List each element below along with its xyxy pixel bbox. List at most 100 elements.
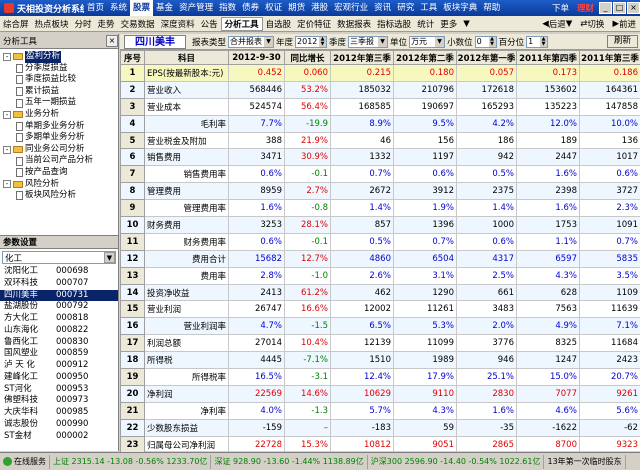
table-row[interactable]: 14 投资净收益 2413 61.2% 462 1290 661 628 1109 xyxy=(120,283,640,302)
tree-node-6[interactable]: 单期多业务分析 xyxy=(0,121,118,133)
finance-button[interactable]: 理财 xyxy=(573,2,598,14)
stock-list-item[interactable]: 双环科技 000707 xyxy=(0,278,118,290)
column-header-8[interactable]: 2011年第三季 xyxy=(579,50,640,65)
stock-list-item[interactable]: 鲁西化工 000830 xyxy=(0,337,118,349)
tree-node-11[interactable]: - 风险分析 xyxy=(0,179,118,191)
stock-list-item[interactable]: 诚志股份 000990 xyxy=(0,419,118,431)
more-dropdown-icon[interactable]: ▼ xyxy=(460,19,473,29)
table-row[interactable]: 9 管理费用率 1.6% -0.8 1.4% 1.9% 1.4% 1.6% 2.3% xyxy=(120,199,640,218)
menu-item-12[interactable]: 研究 xyxy=(394,0,417,16)
menu-item-5[interactable]: 指数 xyxy=(216,0,239,16)
report-type-select[interactable]: 合并报表 ▼ xyxy=(228,35,275,48)
column-header-2[interactable]: 2012-9-30 xyxy=(228,50,285,65)
unit-select[interactable]: 万元 ▼ xyxy=(409,35,446,48)
menu-item-11[interactable]: 资讯 xyxy=(371,0,394,16)
table-row[interactable]: 11 财务费用率 0.6% -0.1 0.5% 0.7% 0.6% 1.1% 0.7% xyxy=(120,232,640,251)
table-row[interactable]: 13 费用率 2.8% -1.0 2.6% 3.1% 2.5% 4.3% 3.5% xyxy=(120,266,640,285)
collapse-icon[interactable]: - xyxy=(3,52,11,61)
table-row[interactable]: 8 管理费用 8959 2.7% 2672 3912 2375 2398 3727 xyxy=(120,182,640,201)
table-row[interactable]: 4 毛利率 7.7% -19.9 8.9% 9.5% 4.2% 12.0% 10.0% xyxy=(120,114,640,133)
stock-list-item[interactable]: ST金材 000002 xyxy=(0,431,118,443)
stock-list-item[interactable]: 国风塑业 000859 xyxy=(0,348,118,360)
tree-node-8[interactable]: - 同业务公司分析 xyxy=(0,144,118,156)
table-row[interactable]: 22 少数股东损益 -159– -183 59 -35 -1622 -62 xyxy=(120,418,640,437)
minimize-icon[interactable]: _ xyxy=(599,2,612,14)
table-row[interactable]: 5 营业税金及附加 388 21.9% 46 156 186 189 136 xyxy=(120,131,640,150)
table-row[interactable]: 2 营业收入 568446 53.2% 185032 210796 172618 153602… xyxy=(120,80,640,99)
toolbar-item-10[interactable]: 数据报表 xyxy=(334,18,374,30)
stock-list-item[interactable]: 方大化工 000818 xyxy=(0,313,118,325)
maximize-icon[interactable]: □ xyxy=(613,2,626,14)
table-row[interactable]: 20 净利润 22569 14.6% 10629 9110 2830 7077 9261 xyxy=(120,384,640,403)
sector-select[interactable]: 化工 ▼ xyxy=(2,251,116,264)
column-header-6[interactable]: 2012年第一季 xyxy=(456,50,517,65)
column-header-7[interactable]: 2011年第四季 xyxy=(516,50,580,65)
column-header-0[interactable]: 序号 xyxy=(120,50,145,65)
table-row[interactable]: 3 营业成本 524574 56.4% 168585 190697 165293 135223… xyxy=(120,97,640,116)
stock-list-item[interactable]: 盐湖股份 000792 xyxy=(0,301,118,313)
stock-list-item[interactable]: ST河化 000953 xyxy=(0,384,118,396)
table-row[interactable]: 18 所得税 4445 -7.1% 1510 1989 946 1247 2423 xyxy=(120,351,640,370)
menu-item-0[interactable]: 首页 xyxy=(84,0,107,16)
toolbar-item-4[interactable]: 交易数据 xyxy=(118,18,158,30)
percent-stepper[interactable]: 1 ▲ ▼ xyxy=(526,35,549,48)
stock-list-item[interactable]: 泸 天 化 000912 xyxy=(0,360,118,372)
table-row[interactable]: 6 销售费用 3471 30.9% 1332 1197 942 2447 1017 xyxy=(120,148,640,167)
stock-list-item[interactable]: 四川美丰 000731 xyxy=(0,289,118,302)
toolbar-item-3[interactable]: 走势 xyxy=(95,18,118,30)
toolbar-item-1[interactable]: 热点板块 xyxy=(32,18,72,30)
toolbar-item-11[interactable]: 指标选股 xyxy=(374,18,414,30)
table-row[interactable]: 1 EPS(按最新股本:元) 0.452 0.060 0.215 0.180 0.057 0.… xyxy=(120,64,640,82)
table-row[interactable]: 19 所得税率 16.5% -3.1 12.4% 17.9% 25.1% 15.0% 20.7% xyxy=(120,368,640,386)
back-button[interactable]: ◀ 后退 ▼ xyxy=(538,18,576,30)
toolbar-item-7[interactable]: 分析工具 xyxy=(220,16,263,31)
tree-node-3[interactable]: 累计损益 xyxy=(0,86,118,98)
column-header-4[interactable]: 2012年第三季 xyxy=(330,50,394,65)
forward-button[interactable]: ▶ 前进 xyxy=(608,18,640,30)
menu-item-6[interactable]: 债券 xyxy=(239,0,262,16)
collapse-icon[interactable]: - xyxy=(3,145,11,154)
table-row[interactable]: 23 归属母公司净利润 22728 15.3% 10812 9051 2865 8700 932… xyxy=(120,435,640,454)
toolbar-item-12[interactable]: 统计 xyxy=(414,18,437,30)
year-stepper[interactable]: 2012 ▲ ▼ xyxy=(295,35,328,48)
toolbar-item-8[interactable]: 自选股 xyxy=(263,18,295,30)
column-header-3[interactable]: 同比增长 xyxy=(284,50,331,65)
order-button[interactable]: 下单 xyxy=(548,2,573,14)
collapse-icon[interactable]: - xyxy=(3,110,11,119)
table-row[interactable]: 16 营业利润率 4.7% -1.5 6.5% 5.3% 2.0% 4.9% 7.1% xyxy=(120,317,640,336)
toolbar-item-5[interactable]: 深度资料 xyxy=(158,18,198,30)
table-row[interactable]: 15 营业利润 26747 16.6% 12002 11261 3483 7563 11639 xyxy=(120,300,640,319)
toolbar-item-6[interactable]: 公告 xyxy=(198,18,221,30)
menu-item-7[interactable]: 权证 xyxy=(262,0,285,16)
refresh-button[interactable]: 刷新 xyxy=(606,35,638,48)
stock-list-item[interactable]: 大庆华科 000985 xyxy=(0,407,118,419)
stock-list-item[interactable]: 山东海化 000822 xyxy=(0,325,118,337)
stock-list-item[interactable]: 沈阳化工 000698 xyxy=(0,266,118,278)
tree-node-4[interactable]: 五年一期损益 xyxy=(0,97,118,109)
close-panel-icon[interactable]: × xyxy=(106,35,118,47)
toolbar-item-13[interactable]: 更多 xyxy=(437,18,460,30)
chevron-down-icon[interactable]: ▼ xyxy=(104,252,115,263)
online-service[interactable]: 在线服务 xyxy=(0,454,50,469)
column-header-1[interactable]: 科目 xyxy=(144,50,229,65)
table-row[interactable]: 7 销售费用率 0.6% -0.1 0.7% 0.6% 0.5% 1.6% 0.6% xyxy=(120,165,640,184)
tree-node-0[interactable]: - 盈利分析 xyxy=(0,51,118,63)
menu-item-3[interactable]: 基金 xyxy=(153,0,176,16)
column-header-5[interactable]: 2012年第二季 xyxy=(393,50,457,65)
menu-item-9[interactable]: 港股 xyxy=(308,0,331,16)
table-row[interactable]: 10 财务费用 3253 28.1% 857 1396 1000 1753 1091 xyxy=(120,216,640,234)
menu-item-2[interactable]: 股票 xyxy=(130,0,154,16)
menu-item-13[interactable]: 工具 xyxy=(417,0,440,16)
stock-list-item[interactable]: 佛塑科技 000973 xyxy=(0,395,118,407)
decimal-stepper[interactable]: 0 ▲ ▼ xyxy=(474,35,497,48)
toolbar-item-9[interactable]: 定价特征 xyxy=(294,18,334,30)
tree-node-9[interactable]: 当前公司产品分析 xyxy=(0,155,118,167)
table-row[interactable]: 12 费用合计 15682 12.7% 4860 6504 4317 6597 5835 xyxy=(120,249,640,268)
tree-node-10[interactable]: 按产品查询 xyxy=(0,167,118,179)
tree-node-5[interactable]: - 业务分析 xyxy=(0,109,118,121)
switch-button[interactable]: ⇄ 切换 xyxy=(576,18,608,30)
menu-item-8[interactable]: 期货 xyxy=(285,0,308,16)
tree-node-1[interactable]: 分季度损益 xyxy=(0,63,118,75)
tree-node-12[interactable]: 板块风险分析 xyxy=(0,190,118,202)
menu-item-4[interactable]: 资产管理 xyxy=(176,0,216,16)
